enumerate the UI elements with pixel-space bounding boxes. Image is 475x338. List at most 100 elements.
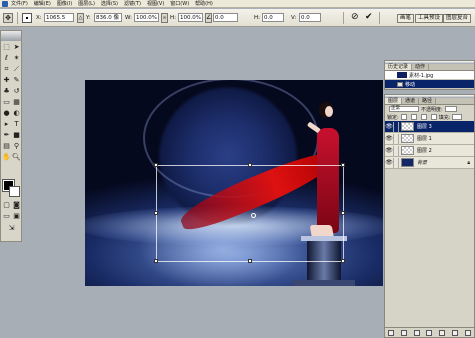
type-tool-icon[interactable]: T [12, 120, 21, 129]
transform-handle[interactable] [248, 163, 252, 167]
menu-select[interactable]: 选择(S) [101, 0, 118, 7]
history-step[interactable]: 移动 [385, 80, 474, 89]
gradient-tool-icon[interactable]: ▦ [12, 98, 21, 107]
new-group-icon[interactable] [426, 329, 433, 336]
lock-all-icon[interactable] [430, 114, 437, 120]
reference-point-icon[interactable] [22, 13, 32, 23]
jump-to-imageready-icon[interactable]: ⇲ [7, 224, 16, 233]
lasso-tool-icon[interactable]: ℓ [2, 54, 11, 63]
transform-center-point[interactable] [251, 213, 256, 218]
layer-row[interactable]: 👁︎ 图层 3 [385, 121, 474, 133]
move-tool-preset-icon[interactable]: ✥ [3, 13, 13, 23]
eye-icon[interactable]: 👁︎ [385, 159, 393, 166]
hskew-field[interactable]: 0.0 [262, 13, 284, 22]
link-cell[interactable] [393, 133, 399, 144]
history-snapshot[interactable]: 素材-1.jpg [385, 71, 474, 80]
marquee-tool-icon[interactable]: ⬚ [2, 43, 11, 52]
full-screen-mode-icon[interactable]: ▣ [12, 212, 21, 221]
shape-tool-icon[interactable]: ■ [12, 131, 21, 140]
blend-mode-select[interactable]: 正常 [389, 106, 419, 112]
menu-window[interactable]: 窗口(W) [170, 0, 189, 7]
menu-edit[interactable]: 编辑(E) [34, 0, 51, 7]
eyedropper-tool-icon[interactable]: ⚲ [12, 142, 21, 151]
vskew-field[interactable]: 0.0 [299, 13, 321, 22]
document-canvas[interactable] [85, 80, 383, 286]
hand-tool-icon[interactable]: ✋ [2, 153, 11, 162]
layer-row[interactable]: 👁︎ 图层 1 [385, 133, 474, 145]
pen-tool-icon[interactable]: ✒ [2, 131, 11, 140]
tab-history[interactable]: 历史记录 [385, 64, 413, 70]
quick-mask-icon[interactable]: ◙ [12, 201, 21, 210]
brushes-button[interactable]: 画笔 [397, 14, 415, 23]
layer-comps-button[interactable]: 图层复合 [443, 14, 472, 23]
transform-handle[interactable] [154, 163, 158, 167]
clone-stamp-tool-icon[interactable]: ♣ [2, 87, 11, 96]
eye-icon[interactable]: 👁︎ [385, 135, 393, 142]
path-selection-tool-icon[interactable]: ▸ [2, 120, 11, 129]
blur-tool-icon[interactable]: ● [2, 109, 11, 118]
width-field[interactable]: 100.0% [134, 13, 159, 22]
healing-brush-tool-icon[interactable]: ✚ [2, 76, 11, 85]
commit-transform-icon[interactable]: ✔ [365, 12, 373, 22]
brush-link-icon[interactable] [393, 121, 399, 132]
tab-actions[interactable]: 动作 [412, 64, 430, 70]
menu-filter[interactable]: 滤镜(T) [124, 0, 141, 7]
link-cell[interactable] [393, 145, 399, 156]
zoom-tool-icon[interactable]: 🔍︎ [12, 153, 21, 162]
cancel-transform-icon[interactable]: ⊘ [351, 12, 359, 22]
transform-handle[interactable] [154, 211, 158, 215]
eraser-tool-icon[interactable]: ▭ [2, 98, 11, 107]
tab-channels[interactable]: 通道 [402, 98, 420, 104]
lock-position-icon[interactable] [420, 114, 427, 120]
menu-image[interactable]: 图像(I) [57, 0, 72, 7]
layer-name[interactable]: 图层 1 [417, 135, 432, 142]
layer-row[interactable]: 👁︎ 背景 🔒︎ [385, 157, 474, 169]
link-icon[interactable]: ∞ [161, 13, 168, 23]
menu-view[interactable]: 视图(V) [147, 0, 164, 7]
notes-tool-icon[interactable]: ▤ [2, 142, 11, 151]
layer-name[interactable]: 图层 3 [417, 123, 432, 130]
slice-tool-icon[interactable]: ⟋ [12, 65, 21, 74]
lock-image-icon[interactable] [410, 114, 417, 120]
tab-paths[interactable]: 路径 [419, 98, 437, 104]
menu-file[interactable]: 文件(F) [11, 0, 28, 7]
layer-row[interactable]: 👁︎ 图层 2 [385, 145, 474, 157]
layer-name[interactable]: 背景 [417, 159, 427, 166]
eye-icon[interactable]: 👁︎ [385, 147, 393, 154]
crop-tool-icon[interactable]: ⌗ [2, 65, 11, 74]
link-cell[interactable] [393, 157, 399, 168]
transform-handle[interactable] [154, 259, 158, 263]
new-layer-icon[interactable] [451, 329, 458, 336]
lock-transparency-icon[interactable] [400, 114, 407, 120]
history-brush-tool-icon[interactable]: ↺ [12, 87, 21, 96]
standard-mode-icon[interactable]: ▢ [2, 201, 11, 210]
x-field[interactable]: 1065.5 [44, 13, 74, 22]
dodge-tool-icon[interactable]: ◐ [12, 109, 21, 118]
adjustment-layer-icon[interactable] [439, 329, 446, 336]
relative-position-icon[interactable]: △ [77, 13, 84, 23]
tab-layers[interactable]: 图层 [385, 98, 403, 104]
menu-layer[interactable]: 图层(L) [78, 0, 95, 7]
menu-help[interactable]: 帮助(H) [195, 0, 213, 7]
move-tool-icon[interactable]: ➤ [12, 43, 21, 52]
trash-icon[interactable] [464, 329, 471, 336]
angle-field[interactable]: 0.0 [213, 13, 238, 22]
brush-tool-icon[interactable]: ✎ [12, 76, 21, 85]
tool-presets-button[interactable]: 工具预设 [415, 14, 444, 23]
transform-handle[interactable] [341, 211, 345, 215]
background-color-swatch[interactable] [9, 186, 20, 197]
layer-mask-icon[interactable] [413, 329, 420, 336]
transform-handle[interactable] [341, 259, 345, 263]
link-layers-icon[interactable] [388, 329, 395, 336]
fill-field[interactable] [452, 114, 463, 120]
screen-mode-icon[interactable]: ▭ [2, 212, 11, 221]
layer-style-icon[interactable] [401, 329, 408, 336]
transform-handle[interactable] [341, 163, 345, 167]
eye-icon[interactable]: 👁︎ [385, 123, 393, 130]
opacity-field[interactable] [444, 106, 457, 112]
layer-name[interactable]: 图层 2 [417, 147, 432, 154]
transform-handle[interactable] [248, 259, 252, 263]
height-field[interactable]: 100.0% [178, 13, 203, 22]
magic-wand-tool-icon[interactable]: ✶ [12, 54, 21, 63]
free-transform-box[interactable] [154, 163, 345, 263]
